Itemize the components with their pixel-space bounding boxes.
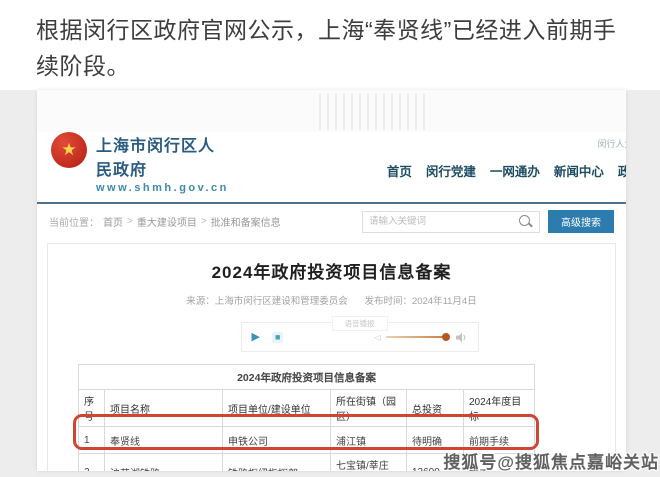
article-title: 2024年政府投资项目信息备案 xyxy=(48,258,615,283)
banner-stripes-decoration xyxy=(319,94,431,130)
national-emblem-logo-icon: ★ xyxy=(51,132,87,168)
article-source: 来源：上海市闵行区建设和管理委员会 xyxy=(186,296,348,307)
stop-button[interactable]: ■ xyxy=(272,332,283,343)
col-header-goal: 2024年度目标 xyxy=(464,390,535,427)
article-panel: 2024年政府投资项目信息备案 来源：上海市闵行区建设和管理委员会 发布时间：2… xyxy=(47,243,616,471)
cell-index: 2 xyxy=(79,454,105,472)
volume-slider[interactable] xyxy=(386,336,448,338)
gov-site-screenshot: ★ 上海市闵行区人民政府 www.shmh.gov.cn 闵行人大 闵行政协 全… xyxy=(37,90,626,471)
nav-gov-info[interactable]: 政务公开 xyxy=(618,161,626,180)
site-identity: 上海市闵行区人民政府 www.shmh.gov.cn xyxy=(96,132,229,194)
keyword-search-input[interactable] xyxy=(362,211,540,233)
table-title: 2024年政府投资项目信息备案 xyxy=(79,365,535,390)
screenshot-background: ★ 上海市闵行区人民政府 www.shmh.gov.cn 闵行人大 闵行政协 全… xyxy=(0,90,660,477)
nav-one-portal[interactable]: 一网通办 xyxy=(490,161,540,180)
page: 根据闵行区政府官网公示，上海“奉贤线”已经进入前期手续阶段。 ★ 上海市闵行区人… xyxy=(0,0,660,477)
site-header: ★ 上海市闵行区人民政府 www.shmh.gov.cn 闵行人大 闵行政协 全… xyxy=(37,132,626,204)
breadcrumb-separator: > xyxy=(127,216,133,227)
table-title-row: 2024年政府投资项目信息备案 xyxy=(79,365,535,390)
link-renda[interactable]: 闵行人大 xyxy=(597,137,626,150)
breadcrumb-major-projects[interactable]: 重大建设项目 xyxy=(137,214,197,229)
speaker-icon xyxy=(456,332,468,343)
search-icon[interactable] xyxy=(519,215,530,226)
site-banner xyxy=(37,90,626,132)
play-button[interactable]: ▶ xyxy=(252,332,260,343)
volume-down-icon: ◁ xyxy=(374,333,380,342)
volume-slider-handle[interactable] xyxy=(442,333,450,341)
col-header-index: 序号 xyxy=(79,390,105,427)
breadcrumb-prefix: 当前位置： xyxy=(49,214,99,229)
breadcrumb-home[interactable]: 首页 xyxy=(103,214,123,229)
article-caption: 根据闵行区政府官网公示，上海“奉贤线”已经进入前期手续阶段。 xyxy=(0,0,660,90)
nav-party[interactable]: 闵行党建 xyxy=(426,161,476,180)
sohu-watermark: 搜狐号@搜狐焦点嘉峪关站 xyxy=(443,448,659,473)
col-header-investment: 总投资 xyxy=(407,390,464,427)
breadcrumb-approval-records[interactable]: 批准和备案信息 xyxy=(211,214,281,229)
utility-bar: 闵行人大 闵行政协 全网搜索 简体▾ 无障碍 关怀版 xyxy=(229,134,626,152)
article-publish-date: 发布时间：2024年11月4日 xyxy=(364,296,476,307)
cell-index: 1 xyxy=(79,427,105,454)
col-header-project: 项目名称 xyxy=(105,390,223,427)
col-header-unit: 项目单位/建设单位 xyxy=(223,390,331,427)
article-meta: 来源：上海市闵行区建设和管理委员会 发布时间：2024年11月4日 xyxy=(48,293,615,307)
cell-project: 奉贤线 xyxy=(105,427,223,454)
table-header-row: 序号 项目名称 项目单位/建设单位 所在街镇（园区） 总投资 2024年度目标 xyxy=(79,390,535,427)
breadcrumb-bar: 当前位置： 首页 > 重大建设项目 > 批准和备案信息 高级搜索 xyxy=(37,204,626,239)
main-nav: 首页 闵行党建 一网通办 新闻中心 政务公开 便民服务 互动交流 投资闵行 闵行… xyxy=(387,161,626,180)
site-url[interactable]: www.shmh.gov.cn xyxy=(96,182,229,194)
nav-home[interactable]: 首页 xyxy=(387,161,412,180)
advanced-search-button[interactable]: 高级搜索 xyxy=(548,210,614,233)
cell-unit: 铁路枢纽指挥部 xyxy=(223,454,331,472)
cell-town: 七宝镇/莘庄镇/新虹街道 xyxy=(331,454,407,472)
cell-town: 浦江镇 xyxy=(331,427,407,454)
audio-player: 语音播报 ▶ ■ ◁ xyxy=(241,322,479,352)
site-name: 上海市闵行区人民政府 xyxy=(96,132,229,180)
cell-project: 沪苏湖铁路 xyxy=(105,454,223,472)
cell-unit: 申铁公司 xyxy=(223,427,331,454)
col-header-town: 所在街镇（园区） xyxy=(331,390,407,427)
audio-player-label: 语音播报 xyxy=(332,316,388,331)
nav-news[interactable]: 新闻中心 xyxy=(554,161,604,180)
breadcrumb-separator: > xyxy=(201,216,207,227)
